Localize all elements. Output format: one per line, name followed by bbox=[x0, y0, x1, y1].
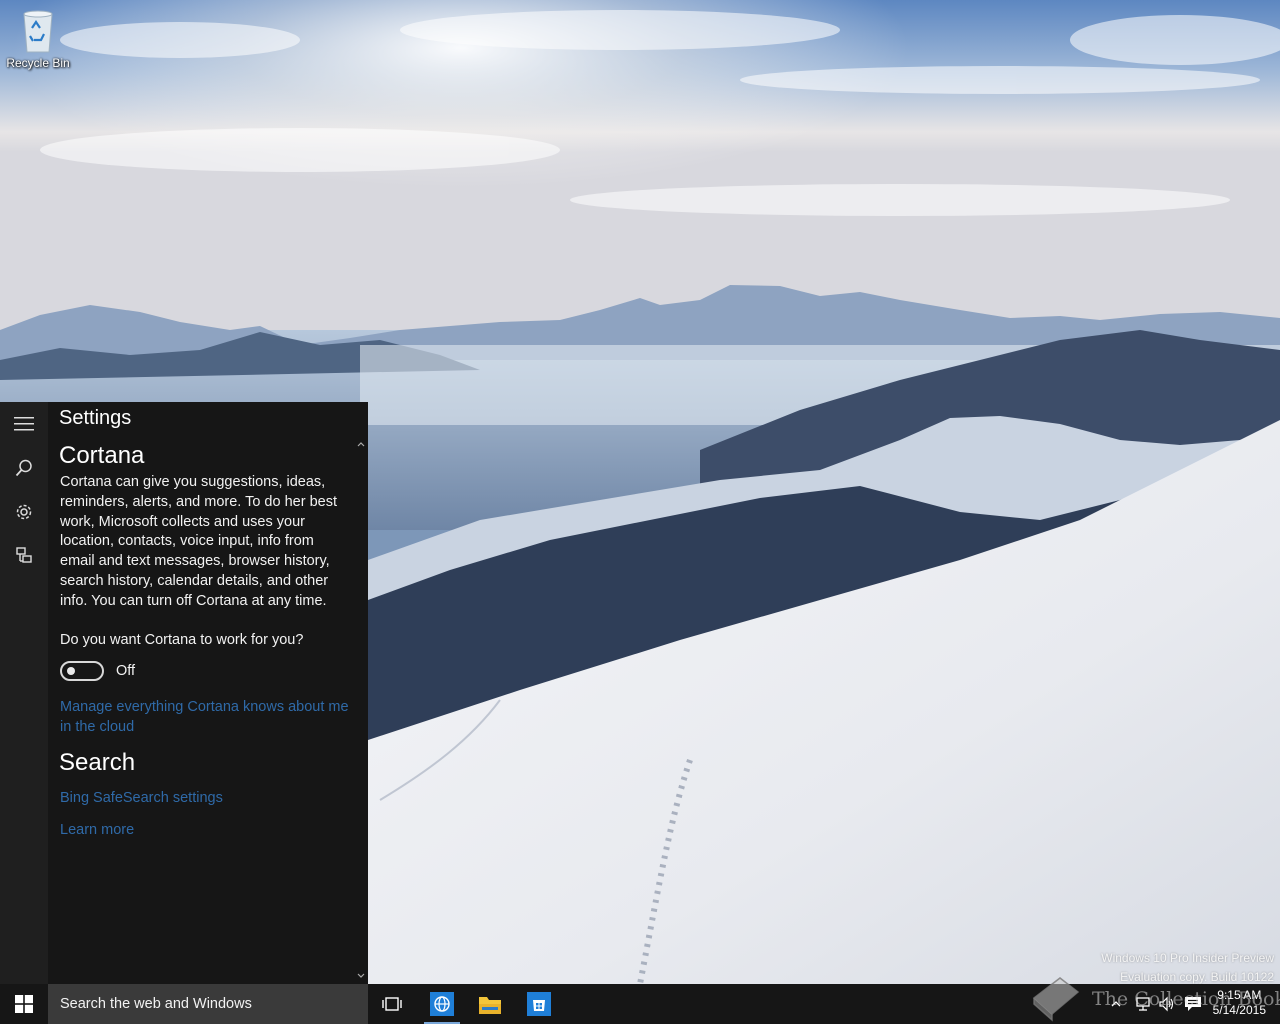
learn-more-link[interactable]: Learn more bbox=[60, 820, 134, 840]
task-view-icon bbox=[382, 997, 402, 1011]
hamburger-menu-button[interactable] bbox=[0, 404, 48, 444]
watermark-text: The Collection Book bbox=[1092, 988, 1280, 1010]
taskbar-search-box[interactable]: Search the web and Windows bbox=[48, 984, 368, 1024]
feedback-icon bbox=[16, 547, 32, 563]
scroll-down-icon[interactable] bbox=[356, 972, 366, 980]
hamburger-menu-icon bbox=[14, 417, 34, 431]
store-button[interactable] bbox=[515, 984, 563, 1024]
start-button[interactable] bbox=[0, 984, 48, 1024]
page-title: Settings bbox=[59, 407, 132, 429]
book-watermark-icon bbox=[1032, 977, 1080, 1022]
desktop-icon-recycle-bin[interactable]: Recycle Bin bbox=[2, 6, 74, 70]
store-icon bbox=[527, 992, 551, 1016]
search-heading: Search bbox=[59, 749, 136, 776]
cortana-description: Cortana can give you suggestions, ideas,… bbox=[60, 474, 337, 609]
toggle-state-label: Off bbox=[116, 663, 136, 679]
cortana-settings-content: Settings Cortana Cortana can give you su… bbox=[48, 402, 368, 984]
taskbar: Search the web and Windows 9:15 AM 5/14/… bbox=[0, 984, 1280, 1024]
manage-cloud-link[interactable]: Manage everything Cortana knows about me… bbox=[60, 697, 350, 737]
internet-explorer-button[interactable] bbox=[418, 984, 466, 1024]
recycle-bin-icon bbox=[23, 10, 53, 53]
feedback-nav-button[interactable] bbox=[0, 536, 48, 576]
bing-safesearch-link[interactable]: Bing SafeSearch settings bbox=[60, 788, 223, 808]
cortana-nav-rail bbox=[0, 402, 48, 984]
scroll-up-icon[interactable] bbox=[356, 440, 366, 448]
cortana-toggle[interactable] bbox=[60, 661, 104, 681]
file-explorer-button[interactable] bbox=[466, 984, 514, 1024]
desktop-icon-label: Recycle Bin bbox=[6, 56, 70, 70]
internet-explorer-icon bbox=[430, 992, 454, 1016]
toggle-knob bbox=[67, 667, 75, 675]
settings-nav-button[interactable] bbox=[0, 492, 48, 532]
evaluation-watermark: Windows 10 Pro Insider Preview Evaluatio… bbox=[1101, 949, 1274, 987]
cortana-panel: Settings Cortana Cortana can give you su… bbox=[0, 402, 368, 984]
cortana-heading: Cortana bbox=[59, 442, 145, 469]
settings-gear-icon bbox=[16, 504, 32, 520]
task-view-button[interactable] bbox=[368, 984, 416, 1024]
file-explorer-icon bbox=[479, 997, 501, 1014]
evaluation-line-1: Windows 10 Pro Insider Preview bbox=[1101, 951, 1274, 965]
search-icon bbox=[15, 459, 32, 477]
cortana-question: Do you want Cortana to work for you? bbox=[60, 632, 304, 648]
search-nav-button[interactable] bbox=[0, 448, 48, 488]
windows-logo-icon bbox=[15, 995, 33, 1013]
